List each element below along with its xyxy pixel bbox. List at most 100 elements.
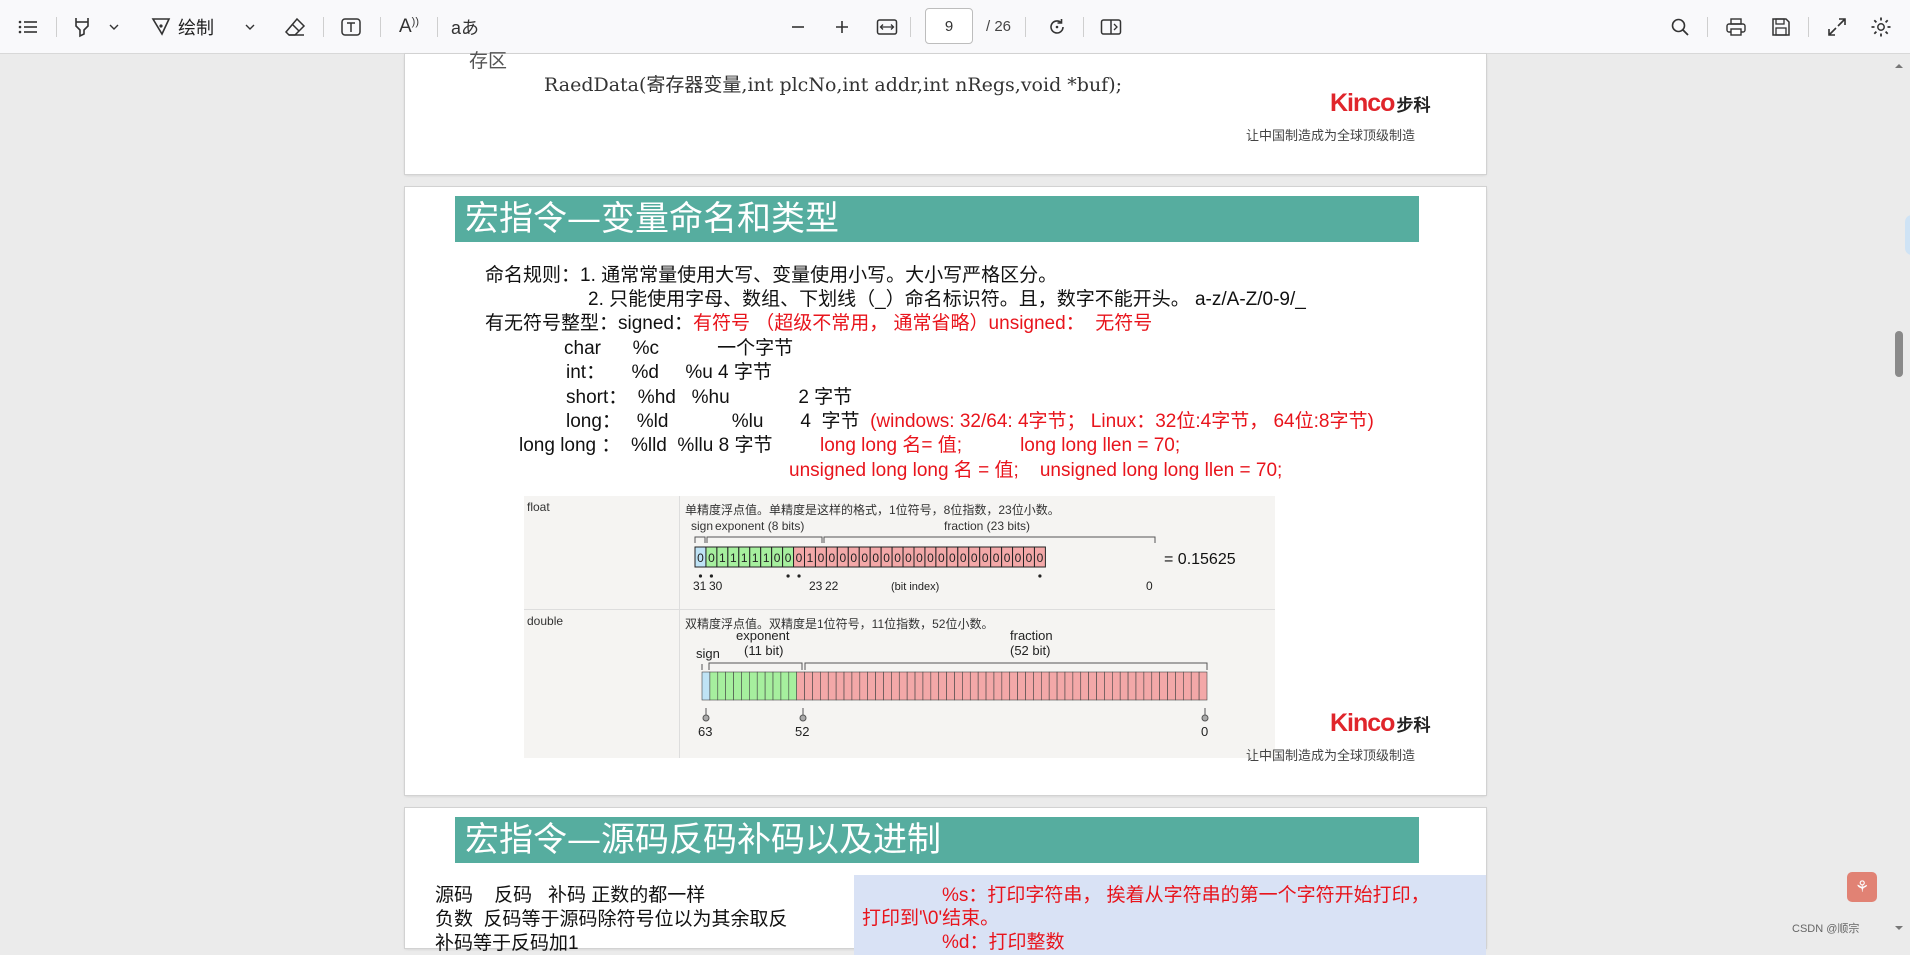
printf-note-1: %s：打印字符串， 挨着从字符串的第一个字符开始打印， xyxy=(942,885,1430,906)
char-line: char %c 一个字节 xyxy=(564,338,794,359)
double-exp-label: exponent xyxy=(736,628,790,643)
translate-icon[interactable]: aあ xyxy=(450,11,480,43)
double-frac-label: fraction xyxy=(1010,628,1053,643)
rotate-icon[interactable] xyxy=(1044,11,1070,43)
fit-width-icon[interactable] xyxy=(874,11,900,43)
double-bit-cell xyxy=(1033,671,1042,701)
double-bit-cells xyxy=(701,671,1208,701)
double-bit-cell xyxy=(985,671,995,701)
draw-icon xyxy=(151,18,171,36)
double-bit-cell xyxy=(764,671,774,701)
slogan: 让中国制造成为全球顶级制造 xyxy=(1246,748,1416,763)
double-bit-cell xyxy=(749,671,758,701)
highlight-icon[interactable] xyxy=(70,11,94,43)
slide-banner: 宏指令—源码反码补码以及进制 xyxy=(455,817,1419,863)
float-bit-digit: 0 xyxy=(905,551,912,565)
naming-rule-2: 2. 只能使用字母、数组、下划线（_）命名标识符。且，数字不能开头。 a-z/A… xyxy=(588,289,1306,310)
double-bit-cell xyxy=(883,671,892,701)
double-bit-cell xyxy=(756,671,766,701)
short-line: short： %hd %hu 2 字节 xyxy=(566,387,853,408)
double-bit-cell xyxy=(1056,671,1066,701)
double-bit-cell xyxy=(1143,671,1153,701)
zoom-out-icon[interactable] xyxy=(786,11,810,43)
float-bit-digit: 1 xyxy=(752,551,759,565)
double-bit-cell xyxy=(954,671,963,701)
double-bit-cell xyxy=(1025,671,1034,701)
double-bit-cell xyxy=(1112,671,1121,701)
double-bit-cell xyxy=(796,671,805,701)
acrobat-icon[interactable]: ⚘ xyxy=(1847,872,1877,902)
double-bit-cell xyxy=(835,671,845,701)
double-bit-cell xyxy=(843,671,853,701)
double-bit-cell xyxy=(938,671,947,701)
double-bit-cell xyxy=(993,671,1003,701)
float-bit-digit: 0 xyxy=(774,551,781,565)
pdf-page-current: 宏指令—变量命名和类型 命名规则：1. 通常常量使用大写、变量使用小写。大小写严… xyxy=(405,187,1486,795)
contents-icon[interactable] xyxy=(14,11,42,43)
float-bit-digit: 0 xyxy=(785,551,792,565)
save-icon[interactable] xyxy=(1768,11,1794,43)
search-icon[interactable] xyxy=(1667,11,1693,43)
print-icon[interactable] xyxy=(1723,11,1749,43)
float-bit-digit: 0 xyxy=(982,551,989,565)
csdn-watermark: CSDN @顺宗 xyxy=(1792,923,1860,935)
double-exp-bits: (11 bit) xyxy=(744,643,784,658)
float-bit-digit: 0 xyxy=(872,551,879,565)
float-bit-digit: 0 xyxy=(960,551,967,565)
zoom-in-icon[interactable] xyxy=(830,11,854,43)
float-bit-digit: 1 xyxy=(763,551,770,565)
double-bit-cell xyxy=(1001,671,1011,701)
float-index-tick xyxy=(698,574,703,578)
double-bit-cell xyxy=(898,671,908,701)
signed-line: 有无符号整型：signed：有符号 （超级不常用， 通常省略）unsigned：… xyxy=(485,313,1153,334)
double-bit-cell xyxy=(1119,671,1129,701)
float-idx-label: (bit index) xyxy=(891,581,939,593)
toolbar-divider xyxy=(323,17,324,37)
float-bit-digit: 0 xyxy=(883,551,890,565)
int-line: int： %d %u 4 字节 xyxy=(566,362,772,383)
side-panel-handle[interactable] xyxy=(1905,215,1910,255)
code-line: RaedData(寄存器变量,int plcNo,int addr,int nR… xyxy=(544,74,1123,96)
float-bit-digit: 0 xyxy=(697,551,704,565)
page-view-icon[interactable] xyxy=(1098,11,1124,43)
float-exp-label: exponent (8 bits) xyxy=(715,519,804,533)
double-bit-cell xyxy=(969,671,979,701)
eraser-icon[interactable] xyxy=(282,11,308,43)
float-bit-digit: 0 xyxy=(993,551,1000,565)
printf-note-box: %s：打印字符串， 挨着从字符串的第一个字符开始打印， 打印到'\0'结束。 %… xyxy=(854,875,1486,955)
double-bit-cell xyxy=(1017,671,1026,701)
vertical-scrollbar[interactable] xyxy=(1893,54,1905,940)
float-bit-digit: 1 xyxy=(719,551,726,565)
complement-line-2: 负数 反码等于源码除符号位以为其余取反 xyxy=(435,909,788,930)
toolbar-divider xyxy=(437,17,438,37)
double-bit-cell xyxy=(1190,671,1200,701)
draw-button[interactable]: 绘制 xyxy=(150,11,214,43)
chevron-down-icon[interactable] xyxy=(106,11,122,43)
kinco-logo: Kinco 步科 xyxy=(1330,89,1431,117)
scroll-down-icon[interactable] xyxy=(1893,922,1905,934)
printf-note-3: %d：打印整数 xyxy=(942,932,1065,953)
text-box-icon[interactable] xyxy=(338,11,364,43)
cut-text: 存区 xyxy=(469,50,508,72)
scroll-up-icon[interactable] xyxy=(1893,60,1905,72)
fullscreen-icon[interactable] xyxy=(1824,11,1850,43)
float-idx-30: 30 xyxy=(709,579,723,593)
float-bit-digit: 0 xyxy=(1004,551,1011,565)
page-number-input[interactable] xyxy=(925,8,973,44)
settings-gear-icon[interactable] xyxy=(1868,11,1894,43)
double-bit-cell xyxy=(827,671,837,701)
float-sign-label: sign xyxy=(691,519,713,533)
read-aloud-icon[interactable]: A)) xyxy=(396,11,422,43)
double-idx-63: 63 xyxy=(698,724,712,739)
double-bit-cell xyxy=(812,671,821,701)
double-bit-cell xyxy=(1104,671,1113,701)
float-bit-digit: 0 xyxy=(839,551,846,565)
float-bit-digit: 0 xyxy=(1015,551,1022,565)
double-bit-cell xyxy=(1151,671,1160,701)
scrollbar-thumb[interactable] xyxy=(1895,331,1903,377)
draw-label: 绘制 xyxy=(178,18,214,38)
float-idx-23: 23 xyxy=(809,579,823,593)
unsigned-line: unsigned long long 名 = 值; unsigned long … xyxy=(789,460,1283,481)
chevron-down-icon[interactable] xyxy=(242,11,258,43)
double-bit-cell xyxy=(709,671,719,701)
